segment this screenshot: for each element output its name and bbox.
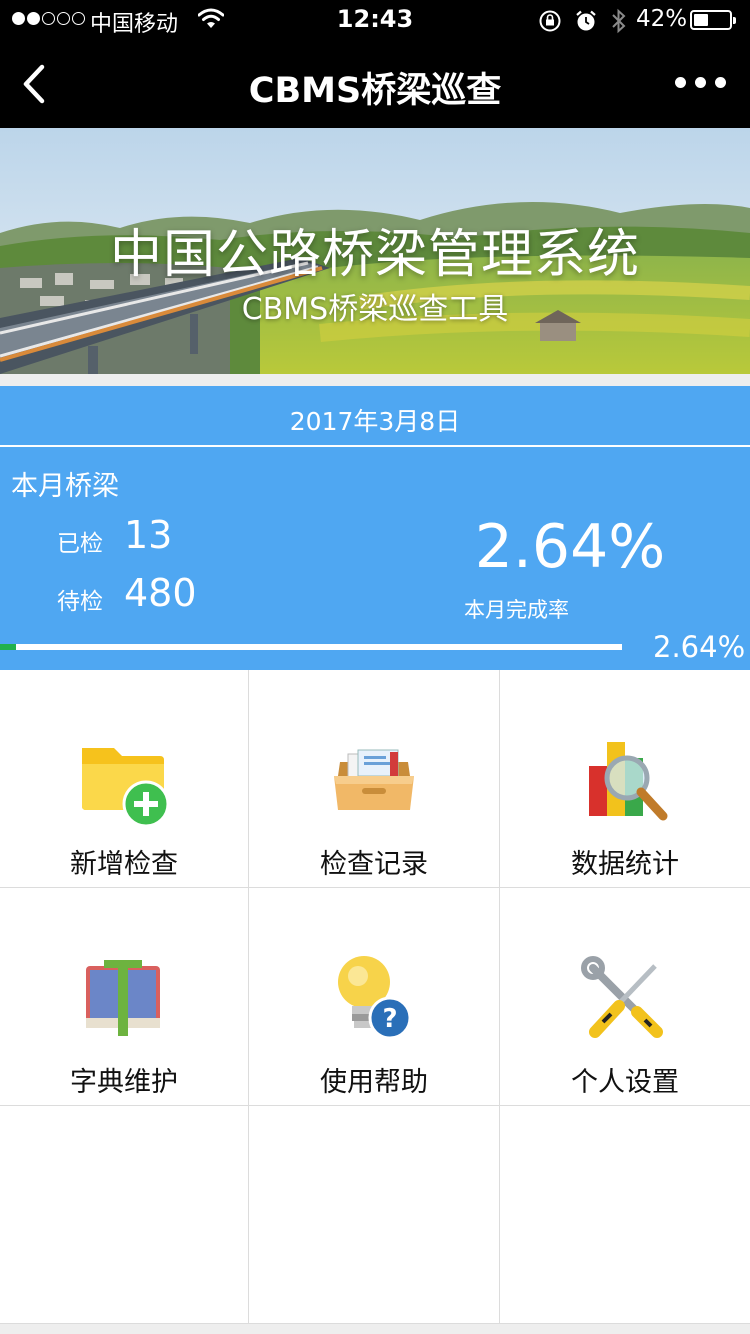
- menu-item-label: 字典维护: [70, 1067, 178, 1098]
- empty-cell: [0, 1106, 249, 1324]
- progress-percentage: 2.64%: [653, 630, 746, 664]
- progress-bar-fill: [0, 644, 17, 650]
- banner-title: 中国公路桥梁管理系统: [109, 225, 640, 285]
- books-icon: [74, 950, 174, 1046]
- menu-item-data-statistics[interactable]: 数据统计: [500, 670, 750, 888]
- more-dots-icon: [675, 77, 686, 88]
- stats-divider: [0, 445, 750, 447]
- menu-item-label: 新增检查: [70, 849, 178, 880]
- menu-item-inspection-records[interactable]: 检查记录: [249, 670, 500, 888]
- bottom-strip: [0, 1324, 750, 1334]
- alarm-icon: [576, 10, 596, 31]
- checked-count: 13: [124, 513, 173, 557]
- pending-count: 480: [124, 571, 197, 615]
- rotation-lock-icon: [539, 10, 561, 32]
- checked-label: 已检: [57, 531, 103, 557]
- month-bridges-label: 本月桥梁: [11, 471, 119, 502]
- stats-panel: 2017年3月8日 本月桥梁 已检 13 待检 480 2.64% 本月完成率 …: [0, 386, 750, 670]
- battery-icon: [690, 10, 736, 30]
- current-date: 2017年3月8日: [289, 407, 461, 436]
- status-icons: [538, 8, 628, 34]
- tools-icon: [575, 950, 675, 1046]
- svg-text:?: ?: [382, 1004, 397, 1034]
- status-bar: 中国移动 12:43 42%: [0, 0, 750, 40]
- top-bar: 中国移动 12:43 42% CBMS桥梁巡查: [0, 0, 750, 128]
- more-button[interactable]: [675, 77, 726, 88]
- banner-subtitle: CBMS桥梁巡查工具: [241, 292, 509, 327]
- completion-rate: 2.64%: [474, 512, 666, 582]
- section-divider: [0, 374, 750, 386]
- completion-rate-label: 本月完成率: [464, 598, 569, 622]
- menu-item-label: 数据统计: [571, 849, 679, 880]
- battery-percentage: 42%: [636, 6, 688, 32]
- banner: 中国公路桥梁管理系统 CBMS桥梁巡查工具: [0, 128, 750, 374]
- menu-item-label: 个人设置: [571, 1067, 679, 1098]
- empty-cell: [500, 1106, 750, 1324]
- chart-magnifier-icon: [575, 732, 675, 828]
- pending-label: 待检: [57, 589, 103, 615]
- menu-item-dictionary-maintenance[interactable]: 字典维护: [0, 888, 249, 1106]
- menu-item-label: 使用帮助: [320, 1067, 428, 1098]
- lightbulb-help-icon: ?: [324, 950, 424, 1046]
- menu-item-label: 检查记录: [320, 849, 428, 880]
- folder-add-icon: [74, 732, 174, 828]
- menu-item-personal-settings[interactable]: 个人设置: [500, 888, 750, 1106]
- menu-grid: 新增检查 检查记录 数据统计 字典维护 ? 使用帮助 个人设置: [0, 670, 750, 1324]
- file-box-icon: [324, 732, 424, 828]
- page-title: CBMS桥梁巡查: [248, 71, 502, 111]
- empty-cell: [249, 1106, 500, 1324]
- bluetooth-icon: [612, 8, 626, 34]
- menu-item-help[interactable]: ? 使用帮助: [249, 888, 500, 1106]
- progress-bar: [0, 644, 622, 650]
- menu-item-new-inspection[interactable]: 新增检查: [0, 670, 249, 888]
- navigation-bar: CBMS桥梁巡查: [0, 40, 750, 128]
